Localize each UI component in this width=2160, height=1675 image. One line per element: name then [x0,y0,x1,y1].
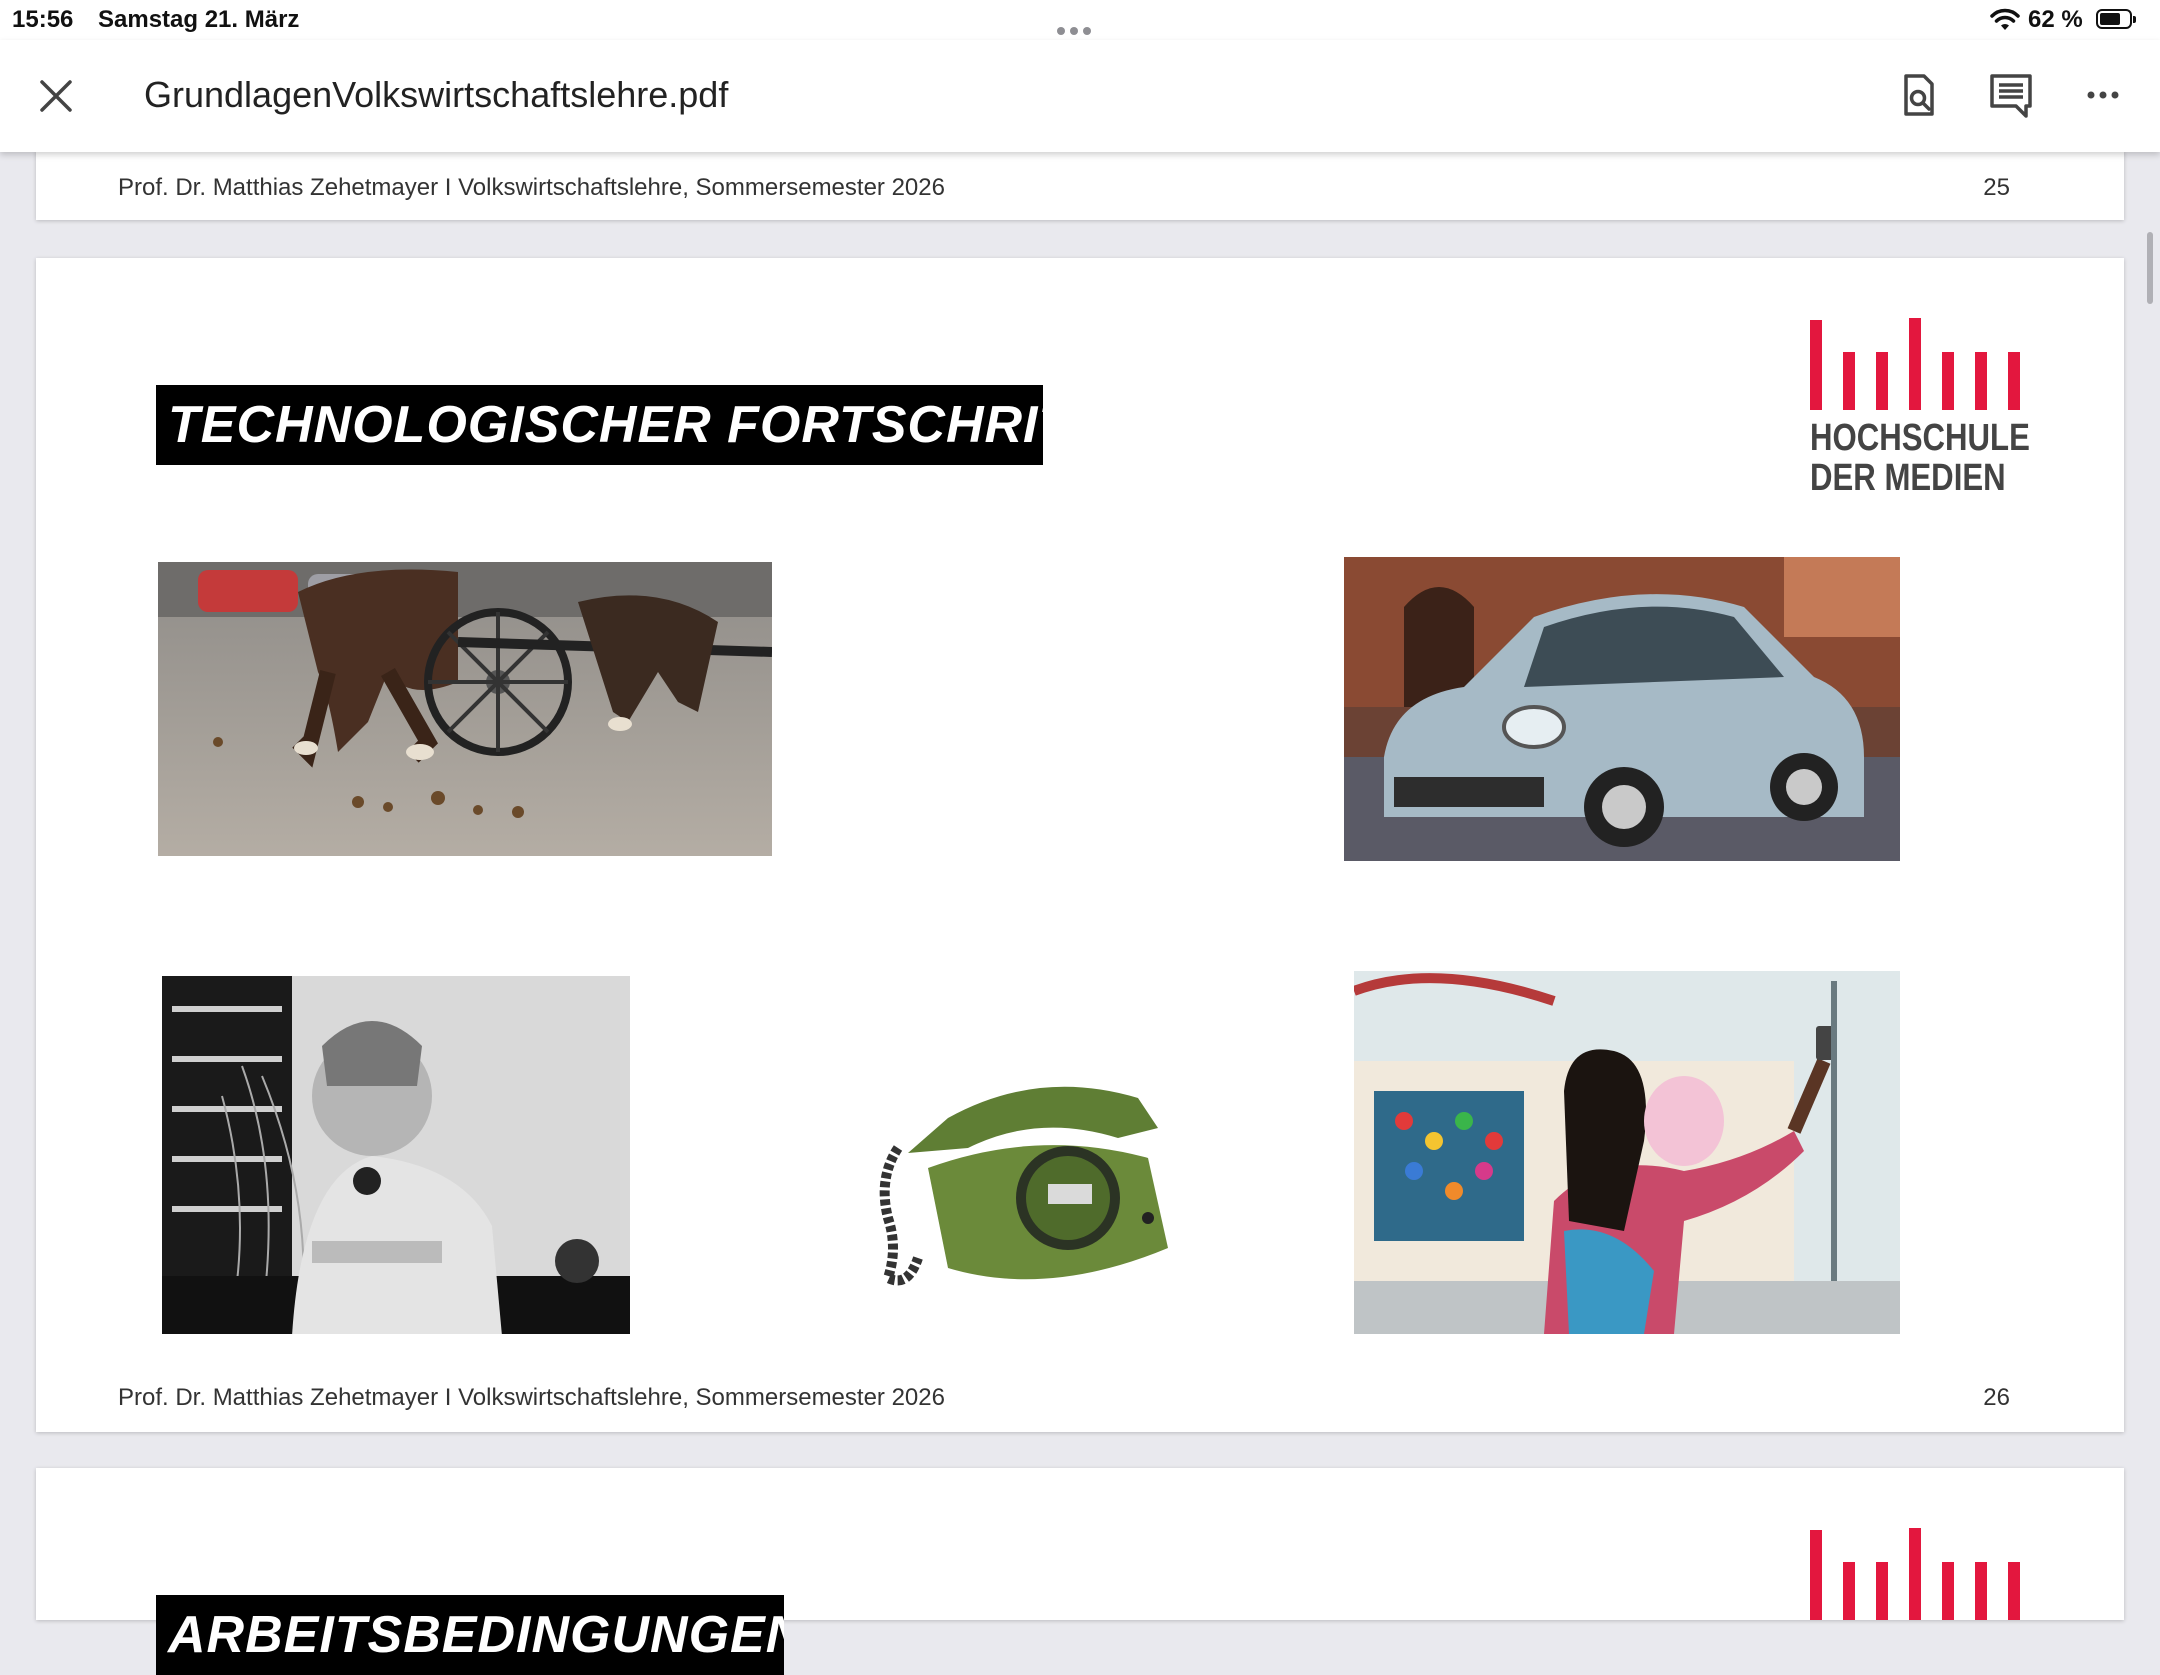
multitasking-dots-icon[interactable] [1057,14,1096,42]
battery-icon [2096,9,2136,29]
battery-percentage: 62 % [2028,6,2083,33]
page-number: 26 [1983,1384,2010,1411]
pdf-page-27: ARBEITSBEDINGUNGEN [36,1468,2124,1675]
slide-title: TECHNOLOGISCHER FORTSCHRITT [156,385,1043,465]
page-number: 25 [1983,174,2010,201]
hdm-logo: HOCHSCHULE DER MEDIEN [1810,318,2030,499]
pdf-page-25: Prof. Dr. Matthias Zehetmayer I Volkswir… [36,150,2124,220]
app-bar: GrundlagenVolkswirtschaftslehre.pdf [0,40,2160,152]
status-date: Samstag 21. März [98,6,300,33]
green-rotary-telephone-photo [858,1058,1198,1298]
page-footer: Prof. Dr. Matthias Zehetmayer I Volkswir… [118,1384,945,1411]
hdm-logo [1810,1528,2020,1620]
logo-line-2: DER MEDIEN [1810,457,2006,499]
slide-title: ARBEITSBEDINGUNGEN [156,1595,784,1675]
switchboard-operator-photo [162,976,630,1334]
more-icon[interactable] [2078,70,2128,120]
page-footer: Prof. Dr. Matthias Zehetmayer I Volkswir… [118,174,945,201]
status-time: 15:56 [12,6,74,33]
horse-carriage-photo [158,562,772,856]
scrollbar-thumb[interactable] [2147,232,2153,304]
selfie-smartphone-photo [1354,971,1900,1334]
close-icon[interactable] [38,78,74,114]
fiat-500-car-photo [1344,557,1900,861]
comments-icon[interactable] [1986,70,2036,120]
find-in-page-icon[interactable] [1894,70,1944,120]
logo-line-1: HOCHSCHULE [1810,417,2030,459]
document-title: GrundlagenVolkswirtschaftslehre.pdf [144,74,729,115]
wifi-icon [1990,8,2020,30]
status-bar: 15:56 Samstag 21. März 62 % [0,0,2160,40]
pdf-page-26: TECHNOLOGISCHER FORTSCHRITT HOCHSCHULE D… [36,258,2124,1432]
